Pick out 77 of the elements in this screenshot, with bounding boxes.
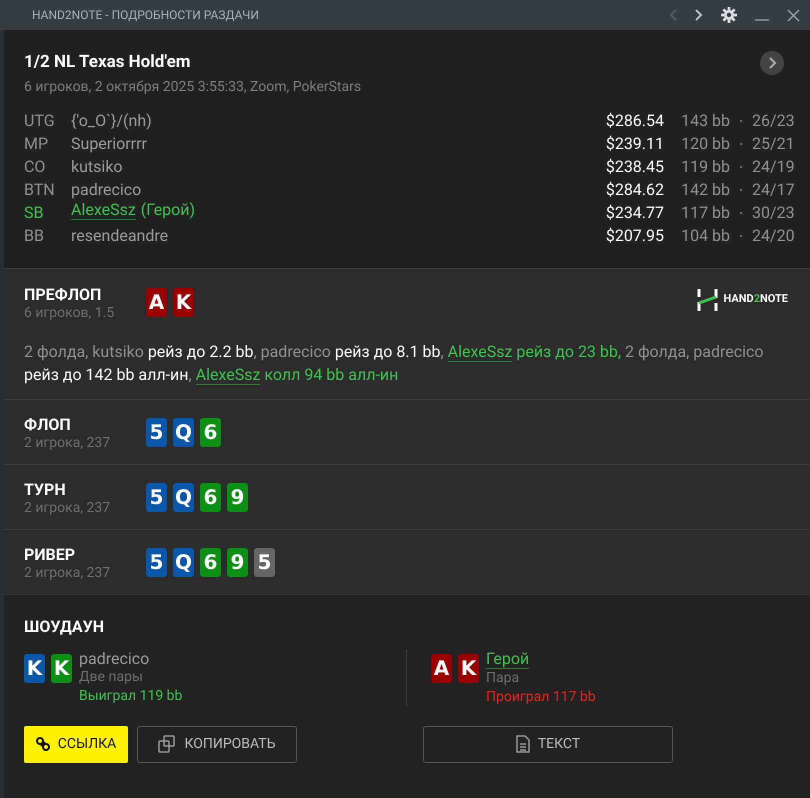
player-link[interactable]: AlexeSsz — [71, 200, 136, 220]
close-icon[interactable] — [787, 8, 800, 22]
playing-card: Q — [173, 418, 194, 446]
text-button[interactable]: ТЕКСТ — [423, 726, 673, 762]
logo-text: HAND2NOTE — [724, 291, 788, 308]
position-label: UTG — [24, 110, 56, 132]
player-name: kutsiko — [71, 156, 123, 178]
hand-combination: Пара — [486, 668, 520, 688]
street-info: 6 игроков, 1.5 — [24, 304, 116, 322]
stack-amount: $284.62 — [606, 179, 664, 201]
position-label: CO — [24, 156, 46, 178]
section-title: ШОУДАУН — [24, 616, 106, 638]
hand-result: Выиграл 119 bb — [79, 686, 182, 706]
street-info: 2 игрока, 237 — [24, 564, 112, 582]
stack-amount: $239.11 — [606, 133, 664, 155]
street-info: 2 игрока, 237 — [24, 500, 112, 516]
hand-result: Проиграл 117 bb — [486, 688, 596, 706]
hand-combination: Две пары — [79, 668, 143, 686]
position-label: SB — [24, 202, 44, 224]
settings-icon[interactable] — [721, 7, 737, 23]
stack-amount: $207.95 — [606, 225, 664, 247]
stack-bb: 117 bb — [680, 202, 730, 224]
stack-bb: 119 bb — [680, 156, 730, 178]
player-stats: 25/21 — [752, 133, 790, 155]
player-name: padrecico — [71, 179, 142, 201]
stack-amount: $234.77 — [606, 202, 664, 224]
stack-amount: $286.54 — [606, 110, 664, 132]
street-name: РИВЕР — [24, 544, 76, 564]
stack-bb: 120 bb — [680, 133, 730, 155]
playing-card: K — [24, 654, 45, 682]
player-name: padrecico — [79, 648, 150, 668]
stack-bb: 143 bb — [680, 110, 730, 132]
playing-card: A — [431, 654, 452, 682]
street-name: ПРЕФЛОП — [24, 284, 102, 304]
playing-card: 5 — [254, 548, 275, 576]
playing-card: 5 — [146, 482, 167, 512]
playing-card: 9 — [227, 548, 248, 576]
position-label: MP — [24, 133, 50, 155]
street-name: ТУРН — [24, 480, 67, 500]
player-name: Superiorrrr — [71, 133, 147, 155]
playing-card: K — [51, 654, 72, 682]
playing-card: Q — [173, 548, 194, 576]
street-info: 2 игрока, 237 — [24, 434, 112, 452]
stack-amount: $238.45 — [606, 156, 664, 178]
player-link[interactable]: AlexeSsz — [196, 364, 260, 384]
position-label: BTN — [24, 179, 56, 201]
position-label: BB — [24, 225, 45, 247]
hero-tag: (Герой) — [140, 198, 196, 222]
stack-bb: 142 bb — [680, 179, 730, 201]
player-link[interactable]: Герой — [486, 648, 530, 668]
playing-card: 6 — [200, 418, 221, 446]
document-icon — [516, 735, 530, 753]
playing-card: 6 — [200, 548, 221, 576]
playing-card: K — [173, 288, 194, 316]
link-button[interactable]: ССЫЛКА — [24, 726, 128, 762]
player-name: resendeandre — [71, 225, 168, 247]
player-name: {'o_O`}/(nh) — [71, 110, 152, 132]
logo-icon — [696, 288, 718, 310]
playing-card: A — [146, 288, 167, 316]
next-icon[interactable] — [760, 50, 784, 75]
player-link[interactable]: AlexeSsz — [448, 342, 512, 362]
forward-icon[interactable] — [695, 9, 703, 21]
stack-bb: 104 bb — [680, 225, 730, 247]
playing-card: 6 — [200, 482, 221, 512]
playing-card: Q — [173, 482, 194, 512]
playing-card: 9 — [227, 482, 248, 512]
action-text: 2 фолда, kutsiko рейз до 2.2 bb, padrecico рейз до 8.1 bb, AlexeSsz рейз до 23 bb, 2 фолда, padrecico рейз до 142 bb алл-ин, AlexeSsz колл 94 bb алл-ин — [24, 340, 765, 386]
playing-card: 5 — [146, 418, 167, 446]
street-name: ФЛОП — [24, 414, 72, 434]
link-icon — [36, 737, 50, 751]
window-title: HAND2NOTE - ПОДРОБНОСТИ РАЗДАЧИ — [32, 7, 259, 24]
hand-title: 1/2 NL Texas Hold'em — [24, 51, 190, 74]
copy-icon — [158, 735, 176, 753]
playing-card: K — [458, 654, 479, 682]
playing-card: 5 — [146, 548, 167, 576]
copy-button[interactable]: КОПИРОВАТЬ — [137, 726, 297, 762]
hand-subtitle: 6 игроков, 2 октября 2025 3:55:33, Zoom, PokerStars — [24, 78, 362, 96]
